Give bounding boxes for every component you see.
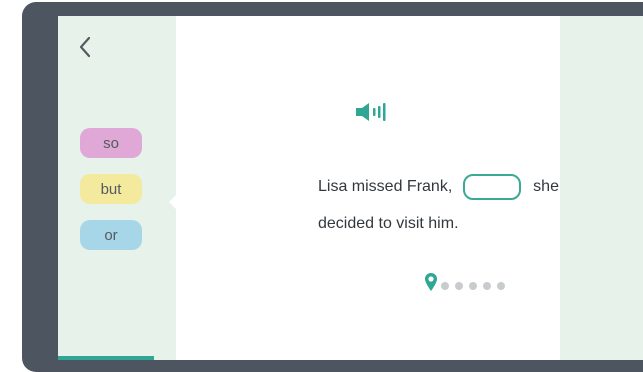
option-or-chip[interactable]: or — [80, 220, 142, 250]
sentence-after-blank: she — [533, 178, 559, 196]
question-card: Lisa missed Frank, she decided to visit … — [176, 16, 560, 360]
tablet-frame: so but or Lisa missed Frank, she decided… — [22, 2, 643, 372]
progress-dot — [441, 282, 449, 290]
sentence-line-1: Lisa missed Frank, she — [318, 174, 559, 200]
option-or-label: or — [104, 226, 118, 244]
progress-dot — [483, 282, 491, 290]
progress-dot — [497, 282, 505, 290]
option-so-chip[interactable]: so — [80, 128, 142, 158]
bottom-progress-bar — [58, 356, 154, 360]
play-audio-button[interactable] — [354, 102, 390, 122]
progress-dot — [455, 282, 463, 290]
option-but-label: but — [100, 180, 122, 198]
back-button[interactable] — [76, 34, 96, 60]
options-panel: so but or — [58, 16, 176, 360]
chevron-left-icon — [79, 36, 91, 58]
answer-blank[interactable] — [462, 174, 521, 200]
app-screen: so but or Lisa missed Frank, she decided… — [58, 16, 643, 360]
location-pin-icon — [425, 273, 437, 291]
speaker-icon — [356, 103, 386, 121]
progress-indicator — [424, 268, 511, 292]
sentence-line-2: decided to visit him. — [318, 215, 459, 233]
sentence-line-2-text: decided to visit him. — [318, 215, 459, 232]
right-panel — [560, 16, 643, 360]
sentence-before-blank: Lisa missed Frank, — [318, 178, 453, 196]
option-but-chip[interactable]: but — [80, 174, 142, 204]
option-so-label: so — [103, 134, 119, 152]
progress-dot — [469, 282, 477, 290]
